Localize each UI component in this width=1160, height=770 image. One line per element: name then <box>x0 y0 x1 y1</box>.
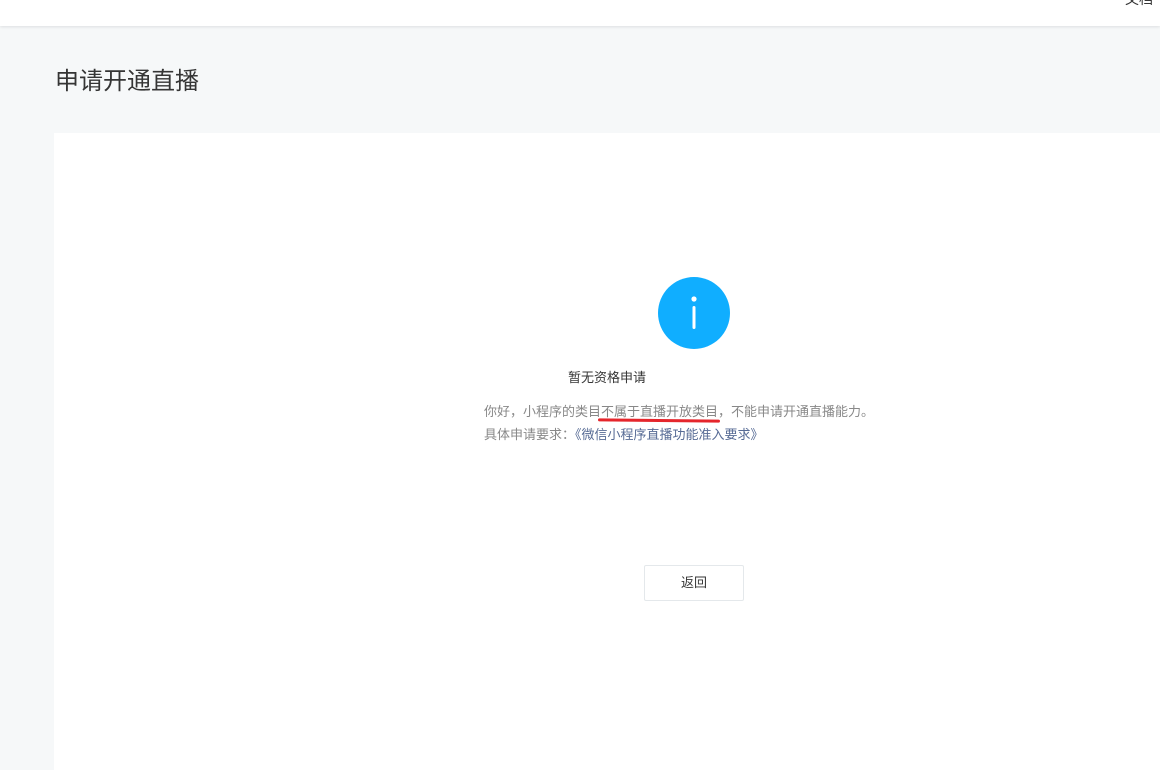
result-message: 你好，小程序的类目不属于直播开放类目，不能申请开通直播能力。 具体申请要求：《微… <box>484 401 874 447</box>
result-title: 暂无资格申请 <box>567 371 646 386</box>
topbar-docs-link[interactable]: 文档 <box>1125 0 1153 9</box>
message-prefix: 你好，小程序的类目 <box>484 405 602 420</box>
message-line: 你好，小程序的类目不属于直播开放类目，不能申请开通直播能力。 <box>484 401 874 424</box>
message-suffix: ，不能申请开通直播能力。 <box>718 405 875 420</box>
top-bar: 文档 <box>0 0 1160 26</box>
requirement-line: 具体申请要求：《微信小程序直播功能准入要求》 <box>484 424 874 447</box>
result-card: 暂无资格申请 你好，小程序的类目不属于直播开放类目，不能申请开通直播能力。 具体… <box>54 133 1160 770</box>
requirement-label: 具体申请要求： <box>484 428 576 443</box>
info-icon <box>658 277 730 349</box>
requirement-link[interactable]: 《微信小程序直播功能准入要求》 <box>575 428 764 443</box>
message-highlight: 不属于直播开放类目 <box>601 405 719 420</box>
page-title: 申请开通直播 <box>55 67 199 95</box>
back-button[interactable]: 返回 <box>644 565 744 601</box>
